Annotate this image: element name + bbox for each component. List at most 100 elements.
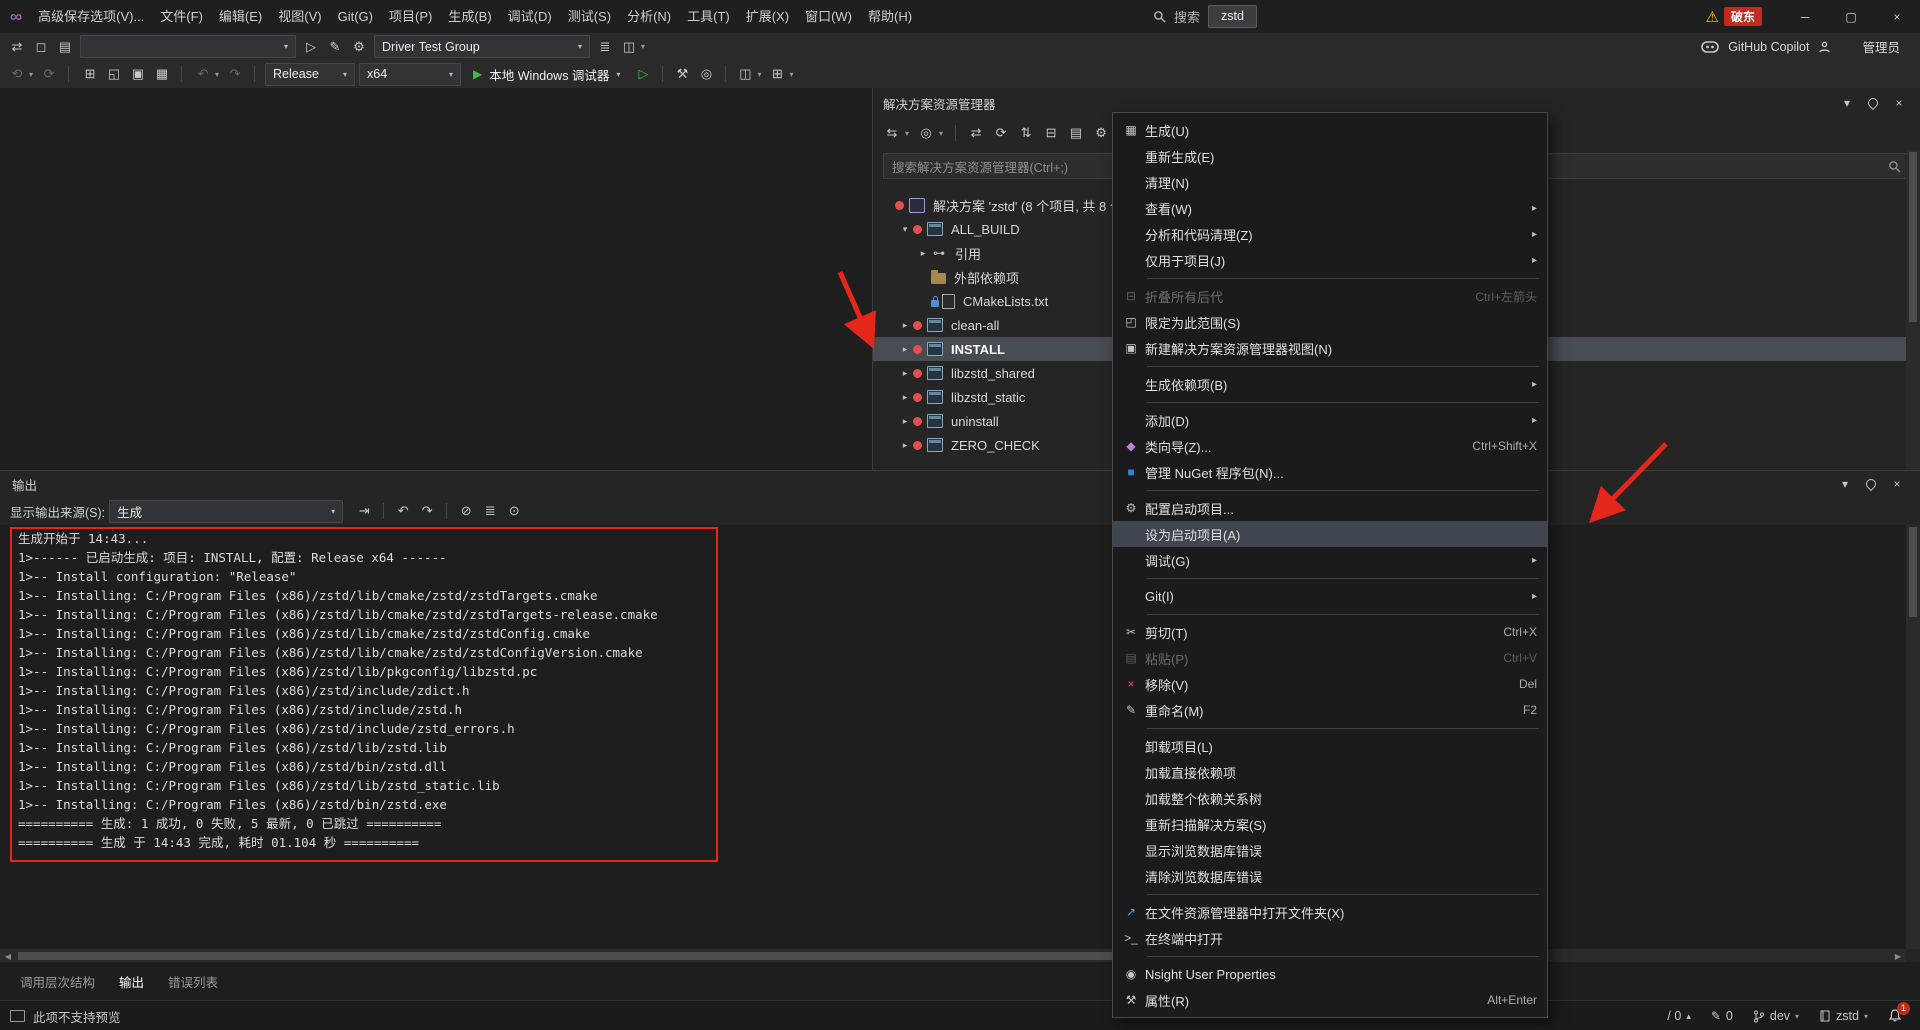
pending-edits-indicator[interactable]: ✎ 0 [1711,1009,1733,1023]
dropdown-chevron-icon[interactable]: ▾ [939,129,943,138]
nest-objects-icon[interactable]: ⇅ [1015,122,1037,144]
undo-icon[interactable]: ↶ [192,63,214,85]
expander-icon[interactable]: ▸ [897,344,913,355]
quick-find-icon[interactable]: ◎ [695,63,717,85]
context-menu-item[interactable]: ⚒ 属性(R) Alt+Enter [1113,987,1547,1013]
expander-icon[interactable]: ▸ [897,368,913,379]
panel-tab-call-hierarchy[interactable]: 调用层次结构 [10,962,105,1000]
output-source-combobox[interactable]: 生成 ▾ [109,499,344,523]
previous-message-icon[interactable]: ↶ [392,500,414,522]
attach-to-process-icon[interactable]: ⇄ [6,36,28,58]
window-position-icon[interactable]: ▾ [1836,92,1858,114]
minimize-button[interactable]: ─ [1782,0,1828,33]
test-settings-icon[interactable]: ⚙ [348,36,370,58]
context-menu-item[interactable]: ↗ 在文件资源管理器中打开文件夹(X) [1113,899,1547,925]
menubar-item[interactable]: 工具(T) [679,0,738,33]
context-menu-item[interactable]: 显示浏览数据库错误 [1113,837,1547,863]
configuration-combobox[interactable]: Release ▾ [265,62,356,86]
context-menu-item[interactable]: ■ 管理 NuGet 程序包(N)... [1113,459,1547,485]
copilot-icon[interactable] [1701,40,1719,53]
dropdown-chevron-icon[interactable]: ▾ [641,42,645,51]
notifications-bell[interactable]: 1 [1888,1002,1910,1023]
expander-icon[interactable]: ▾ [897,224,913,235]
menubar-item[interactable]: 分析(N) [619,0,679,33]
solution-explorer-scrollbar[interactable] [1906,150,1920,470]
account-name[interactable]: 管理员 [1862,37,1900,56]
menubar-item[interactable]: 文件(F) [152,0,211,33]
next-message-icon[interactable]: ↷ [416,500,438,522]
pin-icon[interactable] [1860,473,1882,495]
advanced-save-options-item[interactable]: 高级保存选项(V)... [30,0,152,33]
expander-icon[interactable]: ▸ [897,416,913,427]
collapse-all-icon[interactable]: ⊟ [1040,122,1062,144]
start-without-debugging-icon[interactable]: ▷ [632,63,654,85]
context-menu-item[interactable]: 生成依赖项(B) ▸ [1113,371,1547,397]
context-menu-item[interactable]: 清除浏览数据库错误 [1113,863,1547,889]
dropdown-chevron-icon[interactable]: ▾ [789,70,793,79]
context-menu-item[interactable]: ⚙ 配置启动项目... [1113,495,1547,521]
maximize-button[interactable]: ▢ [1828,0,1874,33]
sync-with-active-document-icon[interactable]: ⇄ [965,122,987,144]
menubar-item[interactable]: 编辑(E) [211,0,270,33]
pin-icon[interactable] [1862,92,1884,114]
context-menu-item[interactable]: 清理(N) [1113,169,1547,195]
output-log[interactable]: 生成开始于 14:43... 1>------ 已启动生成: 项目: INSTAL… [0,525,1906,949]
start-debugging-button[interactable]: ▶ 本地 Windows 调试器 ▾ [465,62,628,86]
context-menu-item[interactable]: 加载整个依赖关系树 [1113,785,1547,811]
context-menu-item[interactable]: 卸载项目(L) [1113,733,1547,759]
test-group-combobox[interactable]: Driver Test Group ▾ [374,35,590,58]
navigate-forward-icon[interactable]: ⟳ [38,63,60,85]
output-horizontal-scrollbar[interactable]: ◀ ▶ [0,949,1906,963]
account-icon[interactable] [1818,41,1831,53]
context-menu-item[interactable]: 调试(G) ▸ [1113,547,1547,573]
group-by-icon[interactable]: ◫ [618,36,640,58]
test-list-icon[interactable]: ≣ [594,36,616,58]
context-menu-item[interactable]: ◰ 限定为此范围(S) [1113,309,1547,335]
dropdown-chevron-icon[interactable]: ▾ [215,70,219,79]
context-menu-item[interactable]: ▦ 生成(U) [1113,117,1547,143]
context-menu-item[interactable]: >_ 在终端中打开 [1113,925,1547,951]
close-button[interactable]: × [1874,0,1920,33]
save-icon[interactable]: ▣ [127,63,149,85]
warning-icon[interactable]: ⚠ [1706,8,1719,26]
context-menu-item[interactable]: ✎ 重命名(M) F2 [1113,697,1547,723]
menubar-item[interactable]: Git(G) [330,0,381,33]
copilot-label[interactable]: GitHub Copilot [1728,40,1809,54]
save-all-icon[interactable]: ▦ [151,63,173,85]
menubar-item[interactable]: 生成(B) [440,0,499,33]
menubar-item[interactable]: 测试(S) [560,0,619,33]
history-icon[interactable]: ⊙ [503,500,525,522]
menubar-item[interactable]: 调试(D) [500,0,560,33]
context-menu-item[interactable]: 加载直接依赖项 [1113,759,1547,785]
search-query-chip[interactable]: zstd [1208,5,1257,28]
context-menu-item[interactable]: 添加(D) ▸ [1113,407,1547,433]
panel-tab-output[interactable]: 输出 [109,962,154,1000]
output-vertical-scrollbar[interactable] [1906,525,1920,949]
menubar-item[interactable]: 视图(V) [270,0,329,33]
panels-layout-icon[interactable]: ⊞ [766,63,788,85]
menubar-item[interactable]: 帮助(H) [860,0,920,33]
toolbar-combobox[interactable]: ▾ [80,35,296,58]
comment-icon[interactable]: ◻ [30,36,52,58]
menubar-item[interactable]: 扩展(X) [738,0,797,33]
pending-changes-filter-icon[interactable]: ◎ [915,122,937,144]
context-menu-item[interactable]: ▣ 新建解决方案资源管理器视图(N) [1113,335,1547,361]
goto-location-icon[interactable]: ⇥ [353,500,375,522]
profiler-icon[interactable]: ⚒ [671,63,693,85]
scroll-left-arrow-icon[interactable]: ◀ [0,952,16,961]
dropdown-chevron-icon[interactable]: ▾ [757,70,761,79]
open-file-icon[interactable]: ◱ [103,63,125,85]
branch-picker[interactable]: dev ▾ [1753,1009,1799,1023]
word-wrap-icon[interactable]: ≣ [479,500,501,522]
switch-views-icon[interactable]: ⇆ [881,122,903,144]
context-menu-item[interactable]: 设为启动项目(A) [1113,521,1547,547]
solution-explorer-toggle-icon[interactable]: ◫ [734,63,756,85]
menubar-item[interactable]: 项目(P) [381,0,440,33]
run-tests-icon[interactable]: ▷ [300,36,322,58]
clear-all-icon[interactable]: ⊘ [455,500,477,522]
context-menu-item[interactable]: ◉ Nsight User Properties [1113,961,1547,987]
context-menu-item[interactable]: ✂ 剪切(T) Ctrl+X [1113,619,1547,645]
dropdown-chevron-icon[interactable]: ▾ [905,129,909,138]
context-menu-item[interactable]: ◆ 类向导(Z)... Ctrl+Shift+X [1113,433,1547,459]
close-icon[interactable]: × [1888,92,1910,114]
